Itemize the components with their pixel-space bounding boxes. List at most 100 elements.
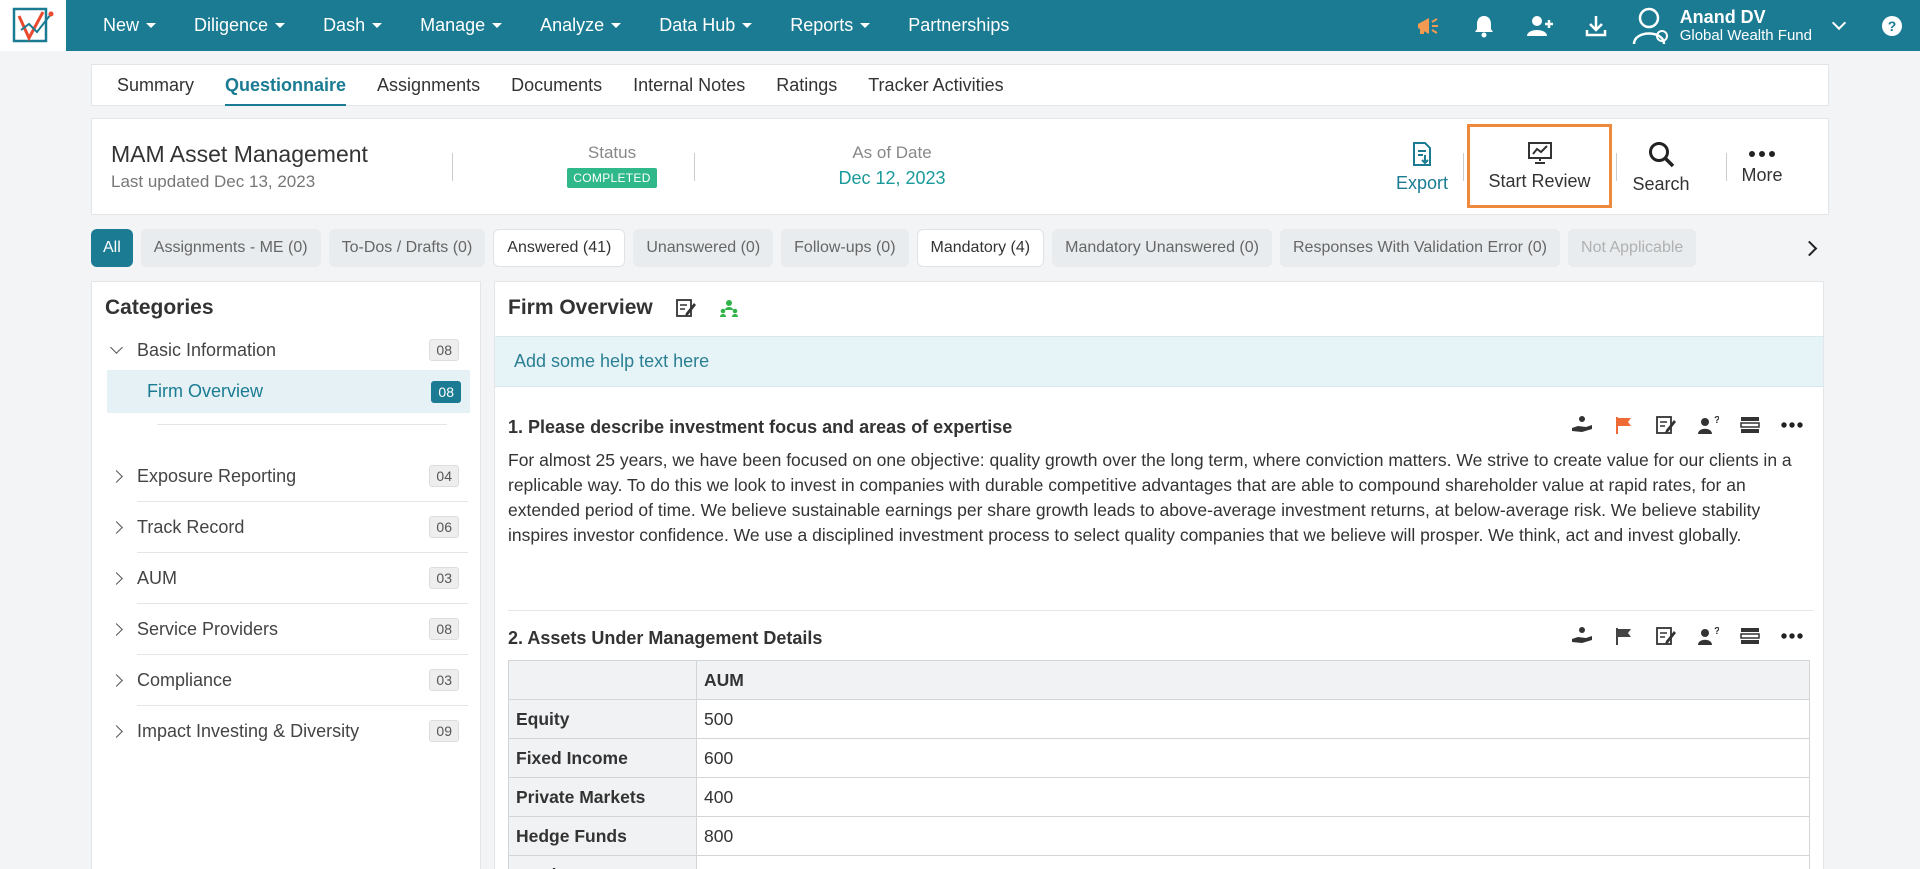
tab-assignments[interactable]: Assignments [377, 64, 480, 106]
nav-menu-label: Manage [420, 15, 486, 35]
flag-icon[interactable] [1611, 412, 1637, 438]
status-block: Status COMPLETED [532, 143, 692, 188]
filter-chip[interactable]: To-Dos / Drafts (0) [328, 229, 486, 267]
sub-tab-bar: Summary Questionnaire Assignments Documents… [91, 64, 1829, 106]
tab-tracker-activities[interactable]: Tracker Activities [868, 64, 1003, 106]
filter-chip[interactable]: Mandatory Unanswered (0) [1052, 229, 1272, 267]
filter-chip[interactable]: Not Applicable [1568, 229, 1697, 267]
filter-chip[interactable]: Answered (41) [493, 229, 626, 267]
scroll-filters-right-button[interactable] [1779, 228, 1829, 268]
user-question-icon[interactable]: ? [1695, 412, 1721, 438]
divider [452, 153, 453, 181]
edit-note-icon[interactable] [1653, 623, 1679, 649]
category-item[interactable]: Track Record 06 [106, 507, 468, 547]
download-icon[interactable] [1568, 0, 1624, 51]
status-label: Status [587, 143, 637, 162]
tab-questionnaire[interactable]: Questionnaire [225, 64, 347, 106]
chevron-down-icon [1831, 15, 1847, 30]
tab-ratings[interactable]: Ratings [776, 64, 837, 106]
category-item[interactable]: Service Providers 08 [106, 609, 468, 649]
filter-chip[interactable]: All [91, 229, 133, 267]
bell-icon[interactable] [1456, 0, 1512, 51]
divider [137, 552, 468, 553]
tab-summary[interactable]: Summary [117, 64, 194, 106]
nav-menu-analyze[interactable]: Analyze [521, 15, 640, 36]
list-settings-icon[interactable] [1737, 623, 1763, 649]
list-settings-icon[interactable] [1737, 412, 1763, 438]
filter-chip[interactable]: Responses With Validation Error (0) [1279, 229, 1561, 267]
more-dots-icon[interactable] [1779, 623, 1805, 649]
category-item[interactable]: Compliance 03 [106, 660, 468, 700]
category-label: Service Providers [137, 618, 279, 639]
as-of-date-value: Dec 12, 2023 [838, 168, 946, 188]
filter-chips: All Assignments - ME (0) To-Dos / Drafts (… [91, 228, 1829, 268]
nav-menu-label: Partnerships [908, 15, 1010, 35]
caret-down-icon [611, 23, 622, 28]
hand-give-icon[interactable] [1569, 412, 1595, 438]
table-cell: 600 [696, 738, 1810, 778]
subcategory-firm-overview[interactable]: Firm Overview 08 [107, 370, 470, 413]
caret-down-icon [492, 23, 503, 28]
table-row: Fixed Income 600 [508, 738, 1810, 778]
app-logo[interactable] [0, 0, 66, 51]
divider [137, 654, 468, 655]
add-user-icon[interactable] [1512, 0, 1568, 51]
nav-menu-label: Dash [323, 15, 366, 35]
user-menu[interactable]: Anand DV Global Wealth Fund [1624, 6, 1858, 46]
nav-menu-label: New [103, 15, 140, 35]
filter-chip[interactable]: Assignments - ME (0) [140, 229, 321, 267]
table-row: Equity 500 [508, 699, 1810, 739]
tab-documents[interactable]: Documents [511, 64, 602, 106]
edit-note-icon[interactable] [1653, 412, 1679, 438]
table-cell: 500 [696, 699, 1810, 739]
category-item[interactable]: Impact Investing & Diversity 09 [106, 711, 468, 751]
assign-users-icon[interactable] [719, 298, 739, 318]
nav-menu-dash[interactable]: Dash [304, 15, 401, 36]
nav-menu-new[interactable]: New [84, 15, 175, 36]
logo-icon [12, 7, 54, 42]
divider [1463, 153, 1464, 181]
chevron-right-icon [1801, 240, 1818, 256]
user-org: Global Wealth Fund [1679, 27, 1812, 45]
chevron-right-icon [110, 724, 123, 738]
megaphone-icon[interactable] [1400, 0, 1456, 51]
category-count-badge: 06 [429, 516, 459, 538]
edit-note-icon[interactable] [675, 297, 697, 319]
category-item[interactable]: AUM 03 [106, 558, 468, 598]
chevron-right-icon [110, 571, 123, 585]
more-button[interactable]: More [1722, 119, 1802, 216]
category-label: Track Record [137, 516, 245, 537]
hand-give-icon[interactable] [1569, 623, 1595, 649]
presentation-chart-icon [1527, 141, 1552, 164]
question-toolbar: ? [1569, 623, 1805, 649]
help-icon[interactable]: ? [1864, 0, 1920, 51]
tab-internal-notes[interactable]: Internal Notes [633, 64, 745, 106]
category-item[interactable]: Basic Information 08 [106, 330, 468, 370]
start-review-button[interactable]: Start Review [1467, 124, 1612, 208]
nav-menu-manage[interactable]: Manage [401, 15, 521, 36]
nav-menu-data-hub[interactable]: Data Hub [640, 15, 771, 36]
search-button[interactable]: Search [1616, 119, 1706, 216]
filter-chip[interactable]: Unanswered (0) [633, 229, 774, 267]
user-question-icon[interactable]: ? [1695, 623, 1721, 649]
category-item[interactable]: Exposure Reporting 04 [106, 456, 468, 496]
nav-menu-diligence[interactable]: Diligence [175, 15, 304, 36]
nav-menu-reports[interactable]: Reports [771, 15, 889, 36]
filter-chip[interactable]: Mandatory (4) [916, 229, 1045, 267]
more-dots-icon[interactable] [1779, 412, 1805, 438]
categories-panel: Categories Basic Information 08 Exposure R… [91, 281, 481, 869]
chevron-right-icon [110, 622, 123, 636]
aum-table: AUM Equity 500 Fixed Income 600 Private Marke… [508, 660, 1810, 869]
as-of-date-block: As of Date Dec 12, 2023 [792, 143, 992, 189]
svg-text:?: ? [1888, 18, 1897, 34]
category-label: Impact Investing & Diversity [137, 720, 360, 741]
export-button[interactable]: Export [1377, 119, 1467, 216]
chevron-right-icon [110, 673, 123, 687]
table-row: Total2300 [508, 855, 1810, 869]
top-navbar: New Diligence Dash Manage Analyze Data Hub Rep… [0, 0, 1920, 51]
category-count-badge: 03 [429, 669, 459, 691]
last-updated: Last updated Dec 13, 2023 [111, 172, 316, 191]
flag-icon[interactable] [1611, 623, 1637, 649]
filter-chip[interactable]: Follow-ups (0) [781, 229, 909, 267]
nav-menu-partnerships[interactable]: Partnerships [889, 15, 1028, 36]
